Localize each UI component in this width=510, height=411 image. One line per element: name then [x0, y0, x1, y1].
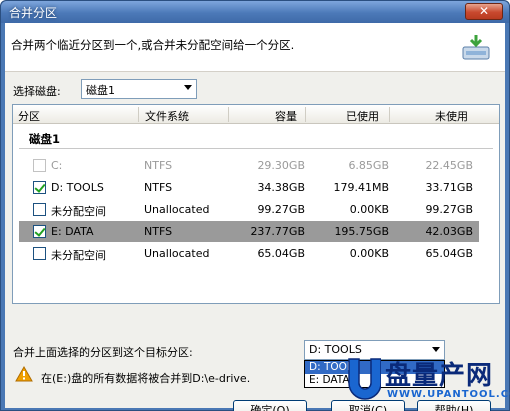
partition-capacity: 99.27GB — [257, 203, 305, 216]
partition-checkbox[interactable] — [33, 247, 46, 260]
site-watermark: 盘量产网 WWW.UPANTOOL.COM — [341, 353, 510, 407]
column-header-free[interactable]: 未使用 — [435, 108, 468, 124]
partition-checkbox — [33, 159, 46, 172]
merge-partition-icon — [462, 35, 490, 60]
dialog-header: 合并两个临近分区到一个,或合并未分配空间给一个分区. — [5, 23, 505, 72]
partition-table: 分区 文件系统 容量 已使用 未使用 磁盘1 C: NTFS 29.30GB 6… — [12, 104, 500, 304]
ok-button[interactable]: 确定(O) — [233, 400, 307, 411]
partition-free: 99.27GB — [425, 203, 473, 216]
partition-checkbox[interactable] — [33, 181, 46, 194]
column-divider — [228, 107, 229, 122]
column-divider — [305, 107, 306, 122]
warning-text: 在(E:)盘的所有数据将被合并到D:\e-drive. — [41, 372, 251, 385]
group-divider — [19, 148, 493, 149]
partition-used: 0.00KB — [349, 203, 389, 216]
table-header: 分区 文件系统 容量 已使用 未使用 — [13, 105, 499, 124]
table-row-selected[interactable]: E: DATA NTFS 237.77GB 195.75GB 42.03GB — [19, 221, 479, 242]
partition-free: 65.04GB — [425, 247, 473, 260]
partition-capacity: 29.30GB — [257, 159, 305, 172]
warning-icon — [15, 366, 33, 382]
merge-target-label: 合并上面选择的分区到这个目标分区: — [13, 346, 193, 359]
table-row[interactable]: D: TOOLS NTFS 34.38GB 179.41MB 33.71GB — [19, 177, 479, 198]
partition-capacity: 237.77GB — [250, 225, 305, 238]
partition-filesystem: NTFS — [144, 225, 173, 238]
partition-checkbox[interactable] — [33, 225, 46, 238]
chevron-down-icon — [432, 347, 440, 352]
partition-checkbox[interactable] — [33, 203, 46, 216]
partition-used: 179.41MB — [333, 181, 389, 194]
disk-select[interactable]: 磁盘1 — [81, 79, 197, 99]
close-icon: ✕ — [478, 4, 490, 18]
partition-free: 22.45GB — [425, 159, 473, 172]
watermark-url: WWW.UPANTOOL.COM — [387, 389, 510, 400]
partition-filesystem: Unallocated — [144, 203, 210, 216]
disk-group-label: 磁盘1 — [29, 132, 61, 146]
partition-name: C: — [51, 159, 63, 172]
disk-select-label: 选择磁盘: — [13, 85, 61, 98]
table-row[interactable]: 未分配空间 Unallocated 99.27GB 0.00KB 99.27GB — [19, 199, 479, 220]
column-header-filesystem[interactable]: 文件系统 — [145, 108, 189, 124]
partition-free: 33.71GB — [425, 181, 473, 194]
partition-name: 未分配空间 — [51, 205, 106, 218]
disk-select-value: 磁盘1 — [86, 84, 115, 97]
partition-capacity: 65.04GB — [257, 247, 305, 260]
column-divider — [389, 107, 390, 122]
close-button[interactable]: ✕ — [465, 3, 503, 20]
chevron-down-icon — [184, 85, 192, 90]
partition-name: E: DATA — [51, 225, 94, 238]
partition-used: 195.75GB — [334, 225, 389, 238]
partition-name: D: TOOLS — [51, 181, 104, 194]
usb-logo-icon — [348, 358, 381, 400]
header-description: 合并两个临近分区到一个,或合并未分配空间给一个分区. — [11, 38, 295, 52]
partition-free: 42.03GB — [425, 225, 473, 238]
partition-name: 未分配空间 — [51, 249, 106, 262]
partition-filesystem: NTFS — [144, 181, 173, 194]
column-header-partition[interactable]: 分区 — [18, 108, 40, 124]
dialog-client: 合并两个临近分区到一个,或合并未分配空间给一个分区. 选择磁盘: 磁盘1 分区 … — [5, 23, 505, 411]
partition-filesystem: NTFS — [144, 159, 173, 172]
title-bar[interactable]: 合并分区 ✕ — [1, 1, 509, 23]
partition-filesystem: Unallocated — [144, 247, 210, 260]
table-row[interactable]: 未分配空间 Unallocated 65.04GB 0.00KB 65.04GB — [19, 243, 479, 264]
partition-used: 6.85GB — [348, 159, 389, 172]
column-header-used[interactable]: 已使用 — [346, 108, 379, 124]
partition-capacity: 34.38GB — [257, 181, 305, 194]
partition-used: 0.00KB — [349, 247, 389, 260]
window-title: 合并分区 — [9, 6, 58, 20]
watermark-title: 盘量产网 — [385, 361, 494, 391]
merge-partition-window: 合并分区 ✕ 合并两个临近分区到一个,或合并未分配空间给一个分区. 选择磁盘: … — [0, 0, 510, 411]
table-row: C: NTFS 29.30GB 6.85GB 22.45GB — [19, 155, 479, 176]
column-divider — [138, 107, 139, 122]
column-header-capacity[interactable]: 容量 — [275, 108, 297, 124]
